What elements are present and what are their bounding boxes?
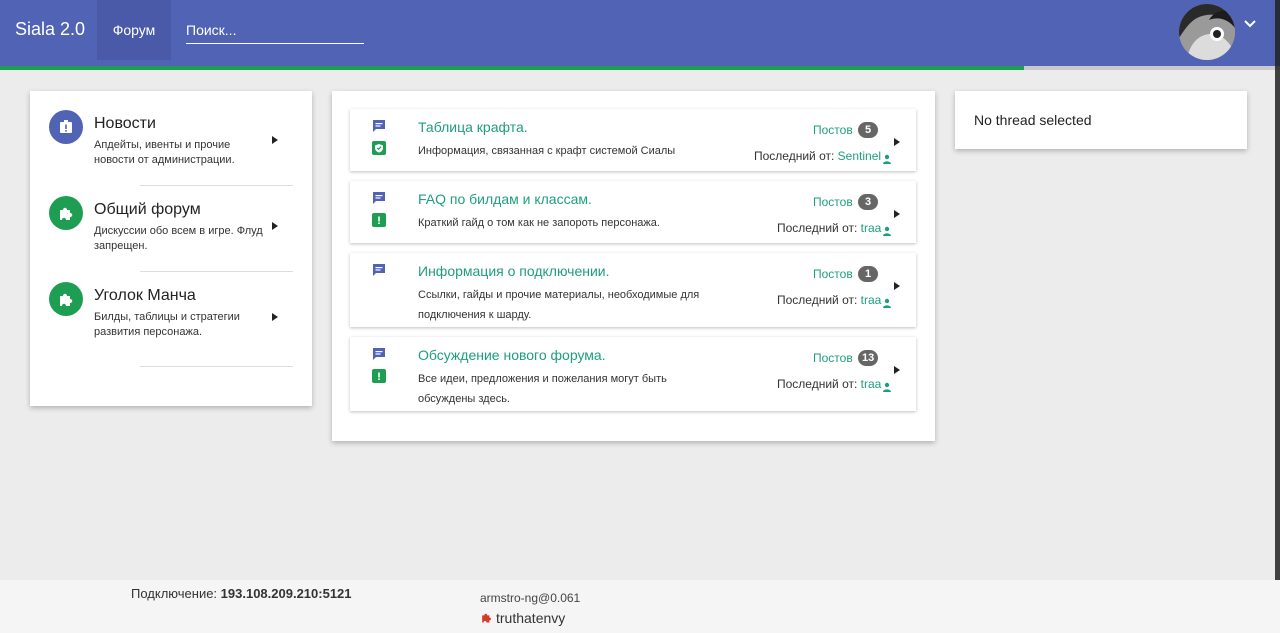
nav-tab-forum[interactable]: Форум (97, 0, 171, 60)
posts-count-badge: 1 (858, 266, 878, 282)
last-post-author[interactable]: traa (861, 221, 882, 235)
puzzle-icon (480, 611, 493, 624)
category-description: Апдейты, ивенты и прочие новости от адми… (94, 139, 235, 166)
category-description: Дискуссии обо всем в игре. Флуд запрещен… (94, 225, 263, 252)
chat-icon (372, 347, 386, 361)
category-description: Билды, таблицы и стратегии развития перс… (94, 311, 240, 338)
last-post-author[interactable]: Sentinel (838, 149, 881, 163)
thread-description: Информация, связанная с крафт системой С… (418, 145, 676, 157)
divider (140, 366, 293, 367)
window-edge (1275, 0, 1280, 580)
last-post-author[interactable]: traa (861, 377, 882, 391)
user-icon (882, 223, 892, 236)
thread-item[interactable]: Обсуждение нового форума. Все идеи, пред… (350, 337, 916, 411)
category-item-news[interactable]: Новости Апдейты, ивенты и прочие новости… (30, 91, 312, 177)
posts-label: Постов (813, 351, 853, 365)
last-post-info: Последний от: Sentinel (754, 149, 881, 163)
exclamation-icon (372, 213, 386, 227)
posts-count-badge: 5 (858, 122, 878, 138)
last-post-info: Последний от: traa (777, 377, 881, 391)
chat-icon (372, 263, 386, 277)
chat-icon (372, 191, 386, 205)
thread-description: Все идеи, предложения и пожелания могут … (418, 373, 667, 405)
posts-count-badge: 3 (858, 194, 878, 210)
loading-progress-bar (0, 66, 1280, 70)
posts-count-badge: 13 (858, 350, 879, 366)
chat-icon (372, 119, 386, 133)
connection-info: Подключение: 193.108.209.210:5121 (131, 586, 352, 601)
search-input[interactable] (186, 16, 364, 44)
exclamation-icon (372, 369, 386, 383)
current-user[interactable]: truthatenvy (480, 610, 565, 626)
thread-item[interactable]: FAQ по билдам и классам. Краткий гайд о … (350, 181, 916, 243)
last-post-label: Последний от: (777, 377, 858, 391)
username: truthatenvy (496, 610, 566, 626)
arrow-right-icon (272, 313, 278, 321)
connection-address: 193.108.209.210:5121 (220, 586, 352, 601)
thread-title[interactable]: FAQ по билдам и классам. (418, 191, 592, 207)
puzzle-icon (49, 282, 83, 316)
last-post-label: Последний от: (777, 221, 858, 235)
app-title[interactable]: Siala 2.0 (15, 19, 85, 40)
last-post-author[interactable]: traa (861, 293, 882, 307)
last-post-info: Последний от: traa (777, 221, 881, 235)
arrow-right-icon (272, 222, 278, 230)
thread-list-panel: Таблица крафта. Информация, связанная с … (332, 91, 935, 441)
last-post-info: Последний от: traa (777, 293, 881, 307)
chevron-down-icon[interactable] (1240, 14, 1260, 34)
arrow-right-icon (894, 138, 900, 146)
top-app-bar: Siala 2.0 Форум (0, 0, 1280, 66)
posts-label: Постов (813, 123, 853, 137)
user-icon (882, 379, 892, 392)
category-title: Новости (94, 115, 156, 132)
thread-detail-panel: No thread selected (955, 91, 1247, 149)
category-item-general[interactable]: Общий форум Дискуссии обо всем в игре. Ф… (30, 177, 312, 263)
thread-description: Краткий гайд о том как не запороть персо… (418, 217, 660, 229)
user-icon (882, 295, 892, 308)
user-icon (882, 151, 892, 164)
posts-label: Постов (813, 267, 853, 281)
category-title: Уголок Манча (94, 287, 196, 304)
empty-state-text: No thread selected (974, 112, 1092, 128)
progress-fill (0, 66, 1024, 70)
thread-title[interactable]: Обсуждение нового форума. (418, 347, 606, 363)
footer: Подключение: 193.108.209.210:5121 armstr… (0, 580, 1280, 633)
last-post-label: Последний от: (754, 149, 835, 163)
shield-check-icon (372, 141, 386, 155)
report-icon (49, 110, 83, 144)
arrow-right-icon (272, 136, 278, 144)
last-post-label: Последний от: (777, 293, 858, 307)
thread-title[interactable]: Таблица крафта. (418, 119, 528, 135)
thread-title[interactable]: Информация о подключении. (418, 263, 610, 279)
category-title: Общий форум (94, 201, 201, 218)
posts-label: Постов (813, 195, 853, 209)
category-panel: Новости Апдейты, ивенты и прочие новости… (30, 91, 312, 406)
arrow-right-icon (894, 366, 900, 374)
arrow-right-icon (894, 282, 900, 290)
thread-item[interactable]: Информация о подключении. Ссылки, гайды … (350, 253, 916, 327)
avatar[interactable] (1179, 4, 1235, 60)
connection-label: Подключение: (131, 586, 218, 601)
thread-description: Ссылки, гайды и прочие материалы, необхо… (418, 289, 700, 321)
puzzle-icon (49, 196, 83, 230)
build-version: armstro-ng@0.061 (480, 591, 581, 605)
category-item-munch[interactable]: Уголок Манча Билды, таблицы и стратегии … (30, 263, 312, 349)
arrow-right-icon (894, 210, 900, 218)
thread-item[interactable]: Таблица крафта. Информация, связанная с … (350, 109, 916, 171)
